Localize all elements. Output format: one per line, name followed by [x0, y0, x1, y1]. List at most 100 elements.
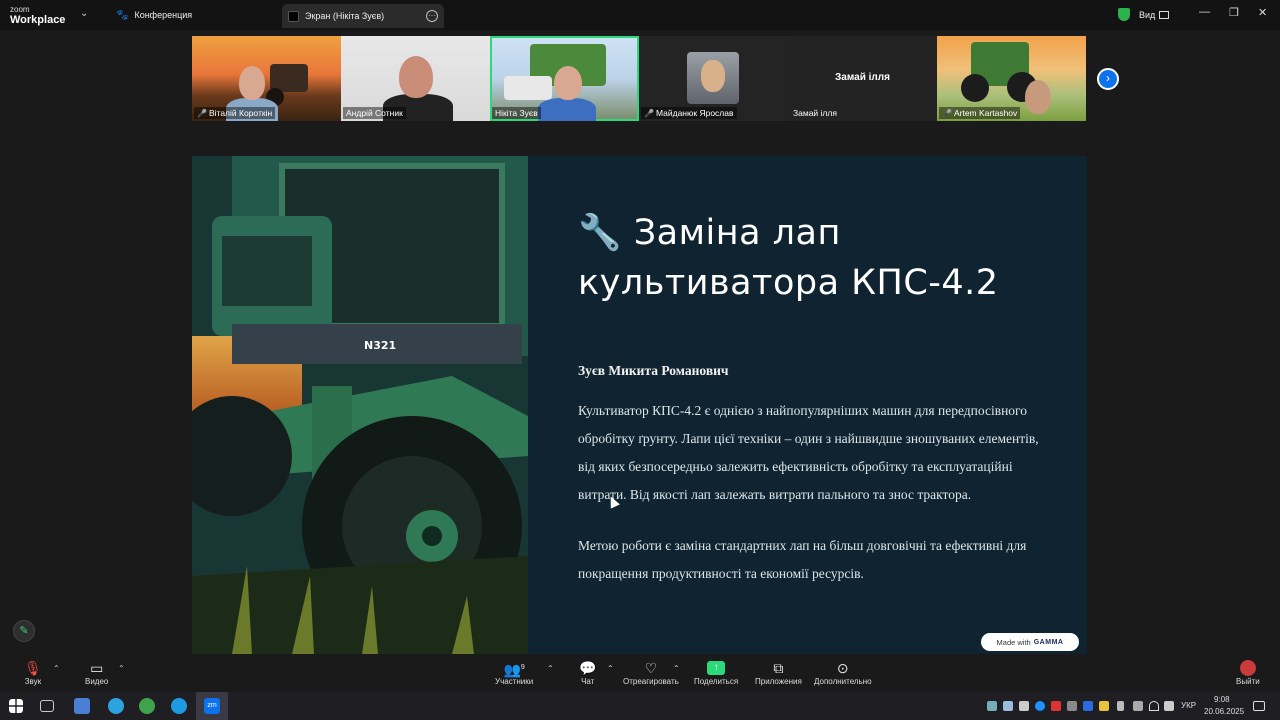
- view-button[interactable]: Вид: [1139, 6, 1170, 24]
- minimize-icon[interactable]: —: [1199, 6, 1210, 18]
- participant-tile[interactable]: Андрій Сотник: [341, 36, 490, 121]
- person-head: [1025, 80, 1051, 114]
- clock-date[interactable]: 20.06.2025: [1204, 707, 1244, 716]
- torrent-icon[interactable]: [139, 698, 155, 714]
- title-bar: zoom Workplace ⌄ 🐾 Конференция Экран (Ні…: [0, 0, 1280, 30]
- view-label: Вид: [1139, 10, 1156, 20]
- participant-tile-active[interactable]: Нікіта Зуєв: [490, 36, 639, 121]
- gamma-logo: GAMMA: [1033, 638, 1064, 646]
- participant-name-tag: 🎤 Майданюк Ярослав: [641, 107, 737, 119]
- tray-icon[interactable]: [1133, 701, 1143, 711]
- react-label: Отреагировать: [623, 677, 679, 686]
- share-button[interactable]: ↑ Поделиться: [694, 659, 738, 686]
- maximize-icon[interactable]: ❐: [1229, 6, 1239, 19]
- person-head: [399, 56, 433, 98]
- participant-name: Нікіта Зуєв: [495, 108, 538, 118]
- apps-icon: ⧉: [773, 660, 784, 676]
- audio-button[interactable]: 🎙 Звук: [24, 659, 42, 686]
- more-options-icon[interactable]: ···: [426, 10, 438, 22]
- participant-center-name: Замай ілля: [835, 72, 890, 83]
- telegram-icon[interactable]: [108, 698, 124, 714]
- tab-screen-share[interactable]: Экран (Нікіта Зуєв) ···: [282, 4, 444, 28]
- participant-tile[interactable]: Замай ілля Замай ілля: [788, 36, 937, 121]
- next-page-button[interactable]: ›: [1097, 68, 1119, 90]
- participant-name: Artem Kartashov: [953, 108, 1018, 118]
- file-app-icon[interactable]: [74, 698, 90, 714]
- participant-name-tag: Нікіта Зуєв: [492, 107, 541, 119]
- react-caret-icon[interactable]: ⌃: [673, 664, 680, 673]
- notifications-icon[interactable]: [1253, 701, 1265, 711]
- shield-icon[interactable]: [1118, 8, 1130, 21]
- apps-button[interactable]: ⧉ Приложения: [755, 659, 802, 686]
- slide-title: 🔧 Заміна лап культиватора КПС-4.2: [578, 213, 999, 303]
- windows-start-icon[interactable]: [9, 699, 23, 713]
- clock-time[interactable]: 9:08: [1214, 695, 1230, 704]
- participant-name-tag: Андрій Сотник: [343, 107, 406, 119]
- chevron-right-icon: ›: [1106, 71, 1110, 85]
- audio-options-caret-icon[interactable]: ⌃: [53, 664, 60, 673]
- chat-caret-icon[interactable]: ⌃: [607, 664, 614, 673]
- paw-icon: 🐾: [116, 9, 129, 21]
- zoom-app-icon[interactable]: zm: [204, 698, 220, 714]
- video-options-caret-icon[interactable]: ⌃: [118, 664, 125, 673]
- tray-icon[interactable]: [1003, 701, 1013, 711]
- mic-muted-icon: 🎤: [197, 108, 207, 118]
- person-head: [554, 66, 582, 100]
- video-button[interactable]: ▭ Видео: [85, 659, 108, 686]
- logo-line2: Workplace: [10, 14, 66, 26]
- react-button[interactable]: ♡ Отреагировать: [623, 659, 679, 686]
- participant-name: Майданюк Ярослав: [655, 108, 734, 118]
- language-indicator[interactable]: УКР: [1181, 701, 1196, 710]
- battery-icon[interactable]: [1117, 701, 1124, 711]
- meeting-controls-toolbar: 🎙 Звук ⌃ ▭ Видео ⌃ 👥9 Участники ⌃ 💬 Чат …: [0, 656, 1280, 692]
- participants-caret-icon[interactable]: ⌃: [547, 664, 554, 673]
- tab-screen-label: Экран (Нікіта Зуєв): [305, 11, 385, 21]
- made-with-gamma-badge[interactable]: Made with GAMMA: [981, 633, 1079, 651]
- task-view-icon[interactable]: [40, 700, 54, 712]
- tab-conference-label: Конференция: [134, 10, 193, 20]
- more-button[interactable]: ⊙ Дополнительно: [814, 659, 872, 686]
- chevron-down-icon[interactable]: ⌄: [80, 8, 88, 19]
- participant-name: Замай ілля: [793, 108, 837, 118]
- participant-tile[interactable]: 🎤 Artem Kartashov: [937, 36, 1086, 121]
- bluetooth-icon[interactable]: [1067, 701, 1077, 711]
- participants-button[interactable]: 👥9 Участники: [495, 659, 533, 686]
- heart-icon: ♡: [644, 660, 658, 676]
- participant-name: Андрій Сотник: [346, 108, 403, 118]
- close-icon[interactable]: ✕: [1258, 6, 1267, 19]
- tray-icon[interactable]: [987, 701, 997, 711]
- camera-icon: ▭: [90, 660, 104, 676]
- video-gallery-strip: 🎤 Віталій Короткін Андрій Сотник Нікіта …: [192, 36, 1088, 121]
- screen-icon: [288, 10, 299, 22]
- zoom-tray-icon[interactable]: [1035, 701, 1045, 711]
- mic-muted-icon: 🎙: [24, 660, 42, 676]
- video-label: Видео: [85, 677, 109, 686]
- tray-icon[interactable]: [1099, 701, 1109, 711]
- tray-icon[interactable]: [1083, 701, 1093, 711]
- wifi-icon[interactable]: [1149, 701, 1159, 711]
- participants-count: 9: [520, 664, 525, 671]
- shared-screen-slide: N321 🔧 Заміна лап культиватора КПС-4.2 З…: [192, 156, 1087, 654]
- tray-icon[interactable]: [1019, 701, 1029, 711]
- windows-taskbar: zm УКР 9:08 20.06.2025: [0, 692, 1280, 720]
- tab-conference[interactable]: 🐾 Конференция: [110, 4, 198, 26]
- participant-tile[interactable]: 🎤 Віталій Короткін: [192, 36, 341, 121]
- audio-label: Звук: [24, 677, 42, 686]
- edge-browser-icon[interactable]: [171, 698, 187, 714]
- chat-icon: 💬: [579, 660, 597, 676]
- chat-button[interactable]: 💬 Чат: [579, 659, 596, 686]
- slide-cultivator-image: N321: [192, 156, 528, 654]
- person-body: [538, 98, 596, 121]
- annotate-pencil-icon[interactable]: ✎: [13, 620, 35, 642]
- chat-label: Чат: [581, 677, 595, 686]
- slide-paragraph-2: Метою роботи є заміна стандартних лап на…: [578, 538, 1027, 581]
- badge-prefix: Made with: [996, 637, 1031, 647]
- zoom-logo[interactable]: zoom Workplace: [10, 5, 66, 26]
- volume-icon[interactable]: [1164, 701, 1174, 711]
- person-head: [239, 66, 265, 100]
- participant-tile[interactable]: 🎤 Майданюк Ярослав: [639, 36, 788, 121]
- tray-icon[interactable]: [1051, 701, 1061, 711]
- more-label: Дополнительно: [814, 677, 872, 686]
- slide-paragraph-1: Культиватор КПС-4.2 є однією з найпопуля…: [578, 403, 1039, 502]
- leave-button[interactable]: Выйти: [1236, 659, 1260, 686]
